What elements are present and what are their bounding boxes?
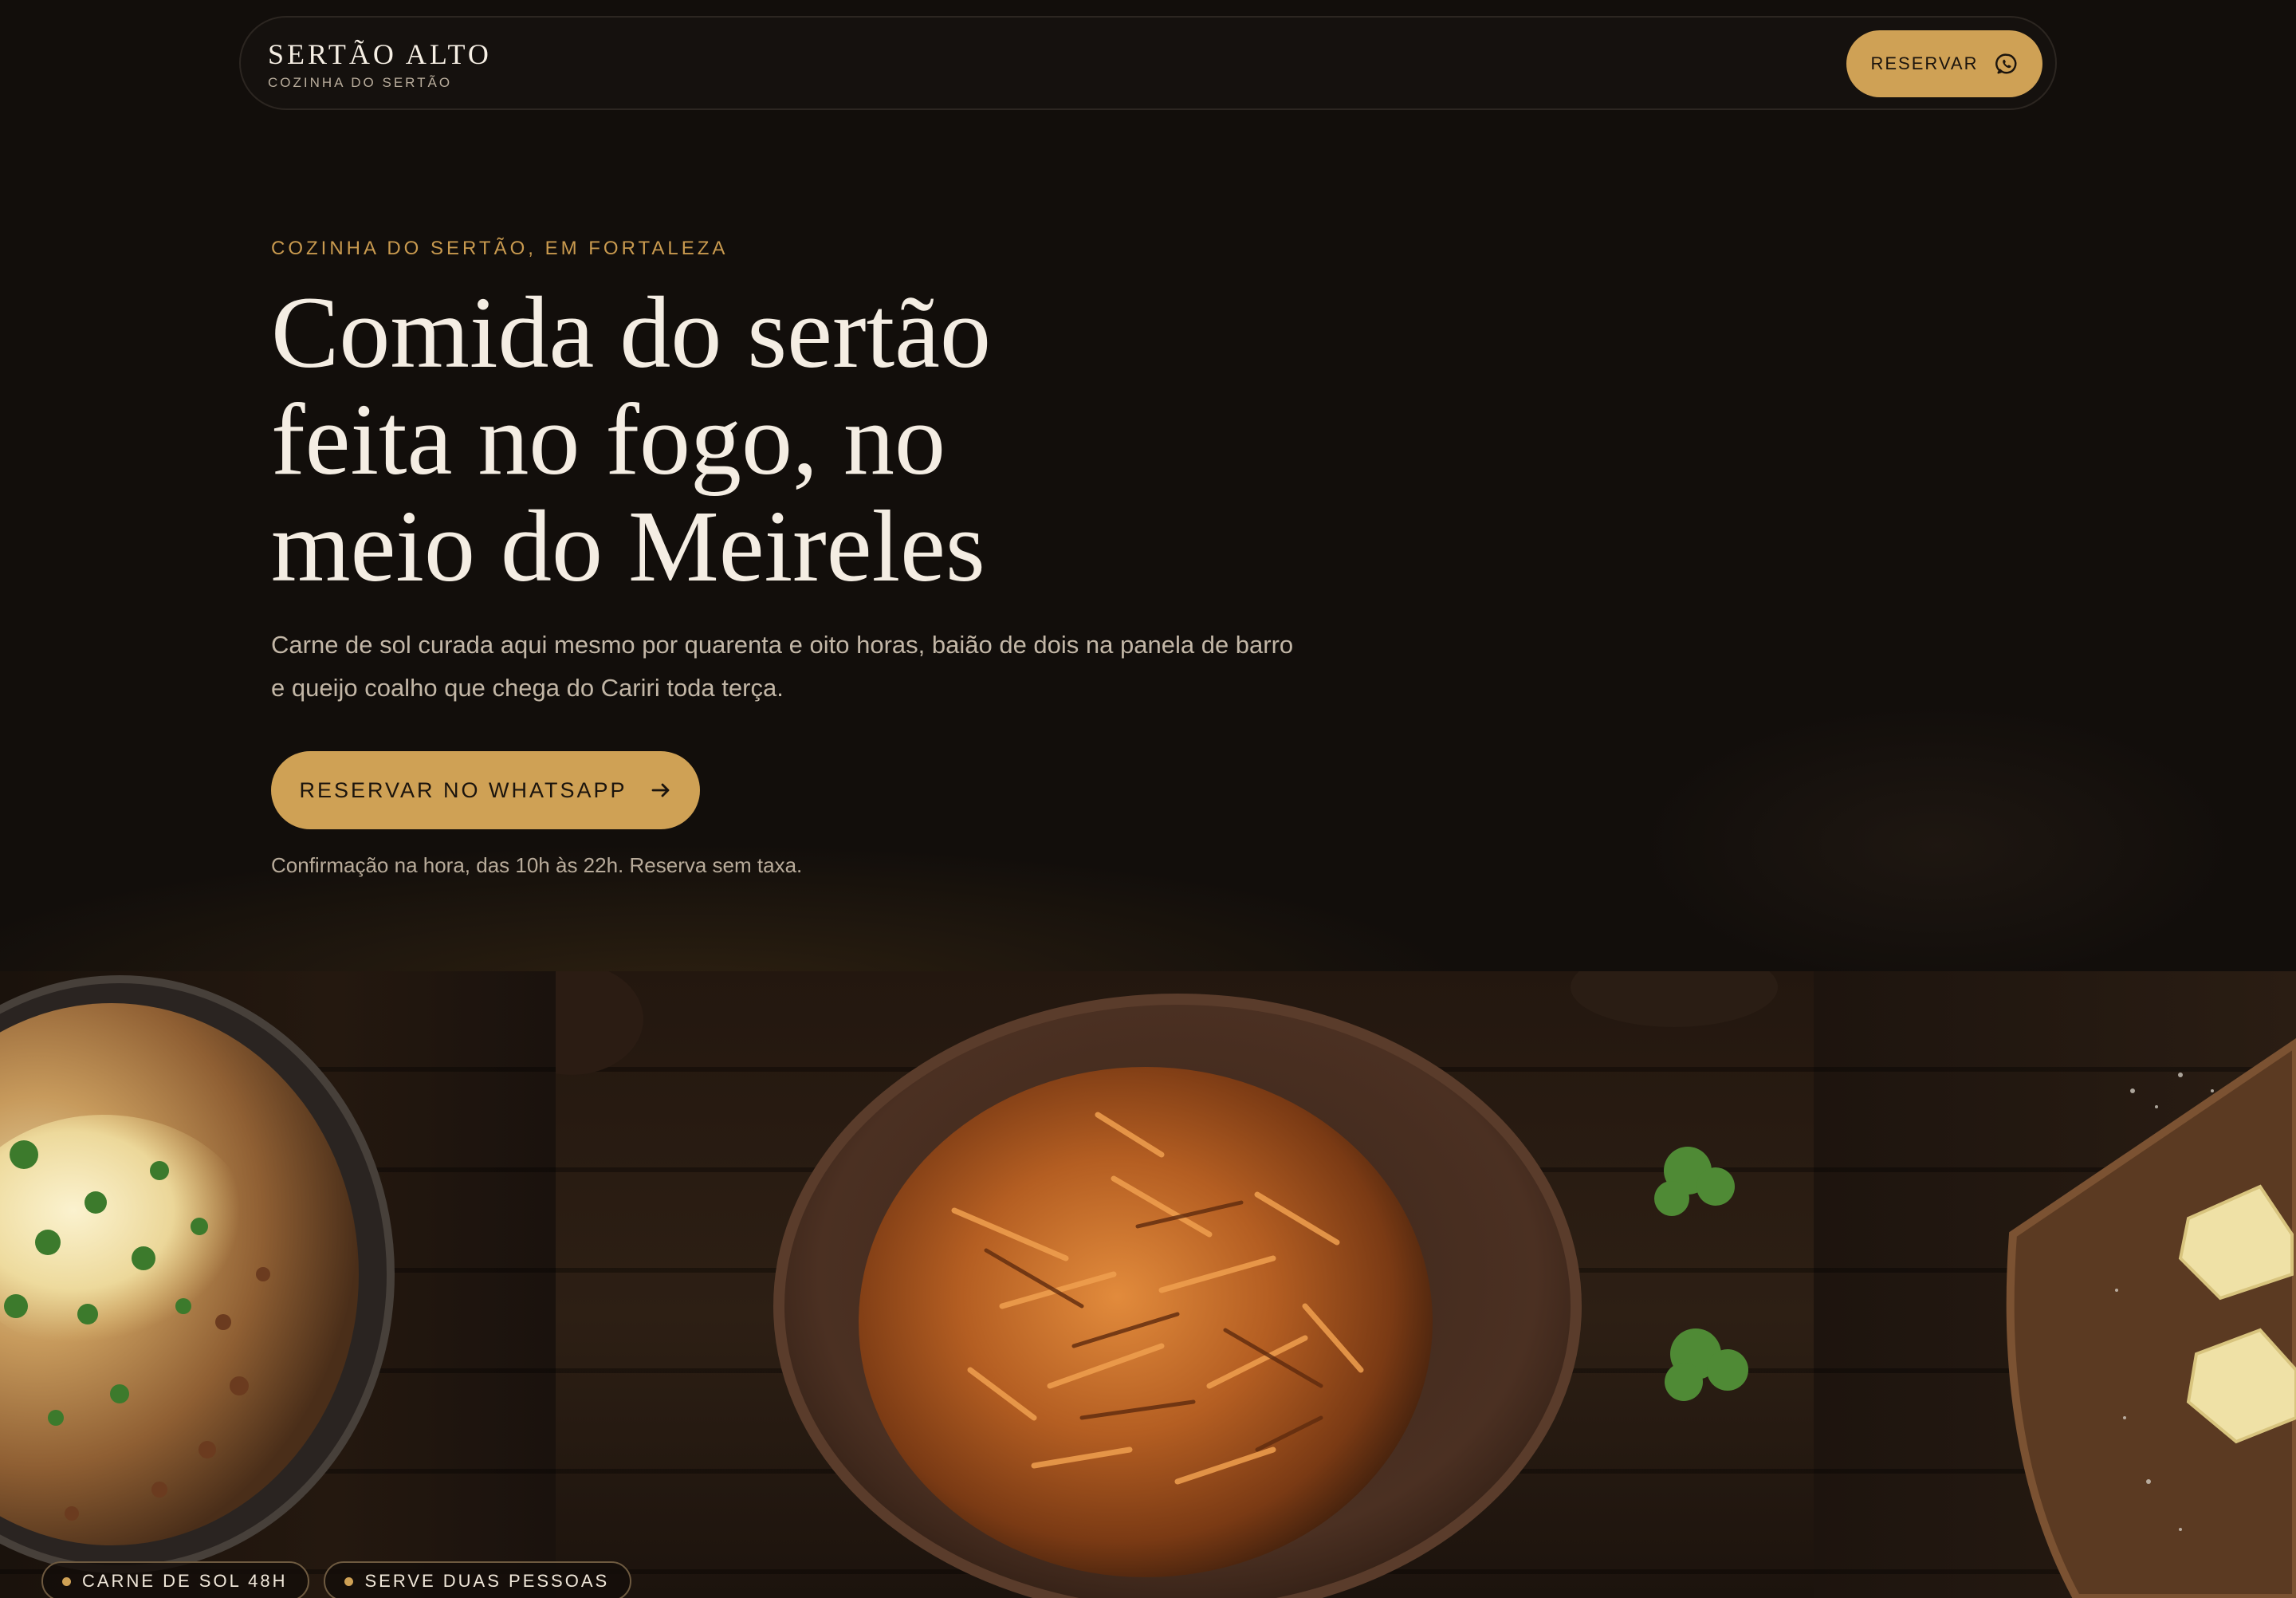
brand-logo[interactable]: SERTÃO ALTO COZINHA DO SERTÃO [268,38,492,91]
whatsapp-icon [1995,53,2016,74]
queijo-coalho-illustration [2006,1037,2296,1598]
tag-dot-icon [62,1576,71,1586]
queijo-coalho-photo [1814,971,2296,1598]
tag-label: SERVE DUAS PESSOAS [364,1571,610,1591]
reserve-whatsapp-label: RESERVAR NO WHATSAPP [299,777,627,802]
carne-de-sol-illustration [556,971,1778,1598]
reserve-button-label: RESERVAR [1870,53,1979,73]
tag-carne-de-sol: CARNE DE SOL 48H [41,1561,310,1598]
brand-name: SERTÃO ALTO [268,38,492,70]
baiao-dish-illustration [0,975,395,1573]
hero-eyebrow: COZINHA DO SERTÃO, EM FORTALEZA [271,238,729,259]
reserve-whatsapp-button[interactable]: RESERVAR NO WHATSAPP [271,751,700,829]
food-gallery [0,971,2296,1598]
tag-serve-duas: SERVE DUAS PESSOAS [324,1561,632,1598]
reserve-button[interactable]: RESERVAR [1846,30,2042,97]
baiao-de-dois-photo [0,971,556,1598]
hero-glow-right [1634,702,2240,989]
brand-tagline: COZINHA DO SERTÃO [268,75,453,90]
reservation-note: Confirmação na hora, das 10h às 22h. Res… [271,853,803,877]
tag-dot-icon [344,1576,354,1586]
carne-de-sol-photo [556,971,1814,1598]
tag-label: CARNE DE SOL 48H [82,1571,288,1591]
hero-headline: Comida do sertão feita no fogo, no meio … [271,276,991,603]
dish-tags: CARNE DE SOL 48H SERVE DUAS PESSOAS [41,1561,632,1598]
hero-subtitle: Carne de sol curada aqui mesmo por quare… [271,631,1294,702]
arrow-right-icon [651,783,669,797]
top-nav: SERTÃO ALTO COZINHA DO SERTÃO RESERVAR [239,16,2057,110]
